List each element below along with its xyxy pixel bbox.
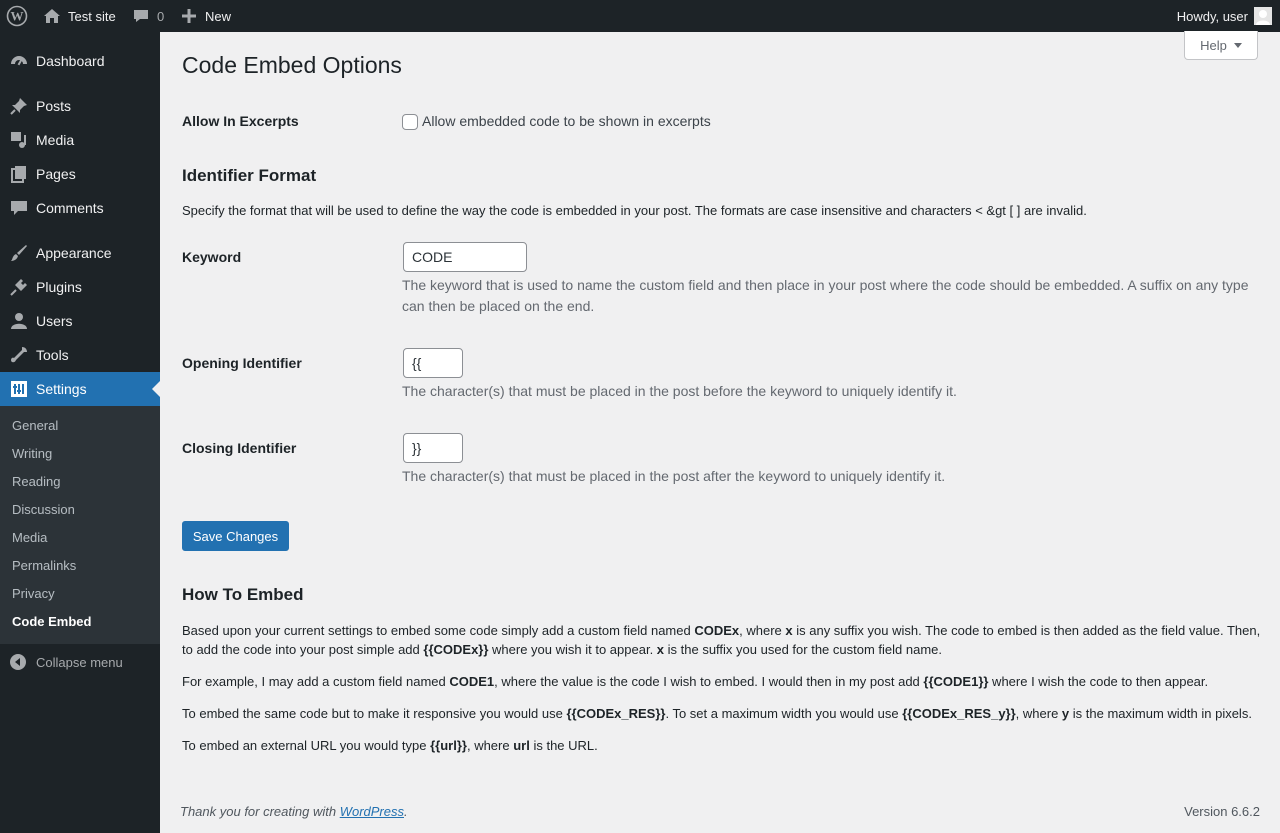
svg-text:W: W	[11, 9, 24, 24]
plug-icon	[9, 278, 29, 296]
keyword-label: Keyword	[182, 249, 242, 265]
submenu-item-discussion[interactable]: Discussion	[12, 502, 75, 517]
sliders-icon	[9, 380, 29, 398]
how-to-paragraph-3: To embed the same code but to make it re…	[182, 706, 1252, 721]
sidebar-item-label: Users	[36, 313, 73, 329]
sidebar-item-comments[interactable]: Comments	[0, 191, 160, 225]
admin-bar: W Test site 0 New Howdy, user	[0, 0, 1280, 32]
save-changes-button[interactable]: Save Changes	[182, 521, 289, 551]
home-icon	[43, 7, 61, 25]
submenu-item-media[interactable]: Media	[12, 530, 47, 545]
comments-count: 0	[157, 8, 165, 24]
collapse-menu-label: Collapse menu	[36, 654, 123, 670]
wordpress-link[interactable]: WordPress	[340, 804, 404, 819]
footer-version: Version 6.6.2	[1184, 804, 1260, 819]
sidebar-item-posts[interactable]: Posts	[0, 89, 160, 123]
wordpress-logo-icon[interactable]: W	[6, 0, 28, 32]
sidebar-item-label: Tools	[36, 347, 69, 363]
media-icon	[9, 131, 29, 149]
dashboard-icon	[9, 52, 29, 70]
plus-icon	[182, 9, 196, 23]
help-label: Help	[1200, 37, 1227, 53]
opening-identifier-label: Opening Identifier	[182, 355, 302, 371]
user-icon	[9, 312, 29, 330]
wrench-icon	[9, 346, 29, 364]
identifier-format-intro: Specify the format that will be used to …	[182, 203, 1087, 218]
brush-icon	[9, 244, 29, 262]
opening-identifier-description: The character(s) that must be placed in …	[402, 383, 957, 399]
sidebar-item-plugins[interactable]: Plugins	[0, 270, 160, 304]
excerpts-checkbox-label[interactable]: Allow embedded code to be shown in excer…	[422, 113, 711, 129]
admin-sidebar: Dashboard Posts Media Pages Comments App…	[0, 32, 160, 833]
sidebar-item-appearance[interactable]: Appearance	[0, 236, 160, 270]
new-label: New	[205, 8, 232, 24]
help-tab-button[interactable]: Help	[1184, 31, 1258, 60]
how-to-paragraph-4: To embed an external URL you would type …	[182, 738, 598, 753]
sidebar-item-tools[interactable]: Tools	[0, 338, 160, 372]
keyword-description: The keyword that is used to name the cus…	[402, 277, 1249, 314]
submenu-item-general[interactable]: General	[12, 418, 58, 433]
closing-identifier-input[interactable]	[403, 433, 463, 463]
opening-identifier-input[interactable]	[403, 348, 463, 378]
footer-thanks: Thank you for creating with WordPress.	[180, 804, 408, 819]
caret-down-icon	[1233, 42, 1242, 48]
sidebar-item-users[interactable]: Users	[0, 304, 160, 338]
collapse-icon	[9, 653, 27, 671]
sidebar-item-dashboard[interactable]: Dashboard	[0, 44, 160, 78]
pages-icon	[9, 165, 29, 183]
pin-icon	[9, 97, 29, 115]
identifier-format-heading: Identifier Format	[182, 166, 317, 185]
comment-icon	[9, 199, 29, 217]
avatar	[1254, 7, 1272, 25]
submenu-item-writing[interactable]: Writing	[12, 446, 52, 461]
sidebar-item-label: Dashboard	[36, 53, 105, 69]
closing-identifier-label: Closing Identifier	[182, 440, 297, 456]
sidebar-item-pages[interactable]: Pages	[0, 157, 160, 191]
sidebar-item-settings[interactable]: Settings	[0, 372, 160, 406]
sidebar-item-label: Appearance	[36, 245, 112, 261]
sidebar-item-label: Media	[36, 132, 75, 148]
how-to-paragraph-2: For example, I may add a custom field na…	[182, 674, 1209, 689]
submenu-item-privacy[interactable]: Privacy	[12, 586, 55, 601]
submenu-item-reading[interactable]: Reading	[12, 474, 60, 489]
current-menu-arrow	[152, 381, 160, 397]
new-content-link[interactable]: New	[182, 0, 231, 32]
excerpts-label: Allow In Excerpts	[182, 113, 299, 129]
sidebar-item-label: Settings	[36, 381, 87, 397]
my-account-link[interactable]: Howdy, user	[1177, 0, 1272, 32]
sidebar-item-label: Posts	[36, 98, 72, 114]
comments-link[interactable]: 0	[133, 0, 164, 32]
page-title: Code Embed Options	[182, 52, 402, 78]
sidebar-item-label: Comments	[36, 200, 104, 216]
submenu-item-code-embed[interactable]: Code Embed	[12, 614, 91, 629]
closing-identifier-description: The character(s) that must be placed in …	[402, 468, 946, 484]
settings-submenu: General Writing Reading Discussion Media…	[0, 406, 160, 644]
site-name-link[interactable]: Test site	[43, 0, 116, 32]
sidebar-item-media[interactable]: Media	[0, 123, 160, 157]
how-to-embed-heading: How To Embed	[182, 585, 304, 604]
comment-bubble-icon	[133, 8, 149, 24]
sidebar-item-label: Pages	[36, 166, 76, 182]
keyword-input[interactable]	[403, 242, 527, 272]
excerpts-checkbox[interactable]	[402, 114, 418, 130]
how-to-paragraph-1: Based upon your current settings to embe…	[182, 623, 1261, 657]
collapse-menu-button[interactable]: Collapse menu	[9, 652, 159, 672]
submenu-item-permalinks[interactable]: Permalinks	[12, 558, 76, 573]
site-name: Test site	[68, 8, 116, 24]
sidebar-item-label: Plugins	[36, 279, 82, 295]
howdy-text: Howdy, user	[1176, 8, 1248, 24]
